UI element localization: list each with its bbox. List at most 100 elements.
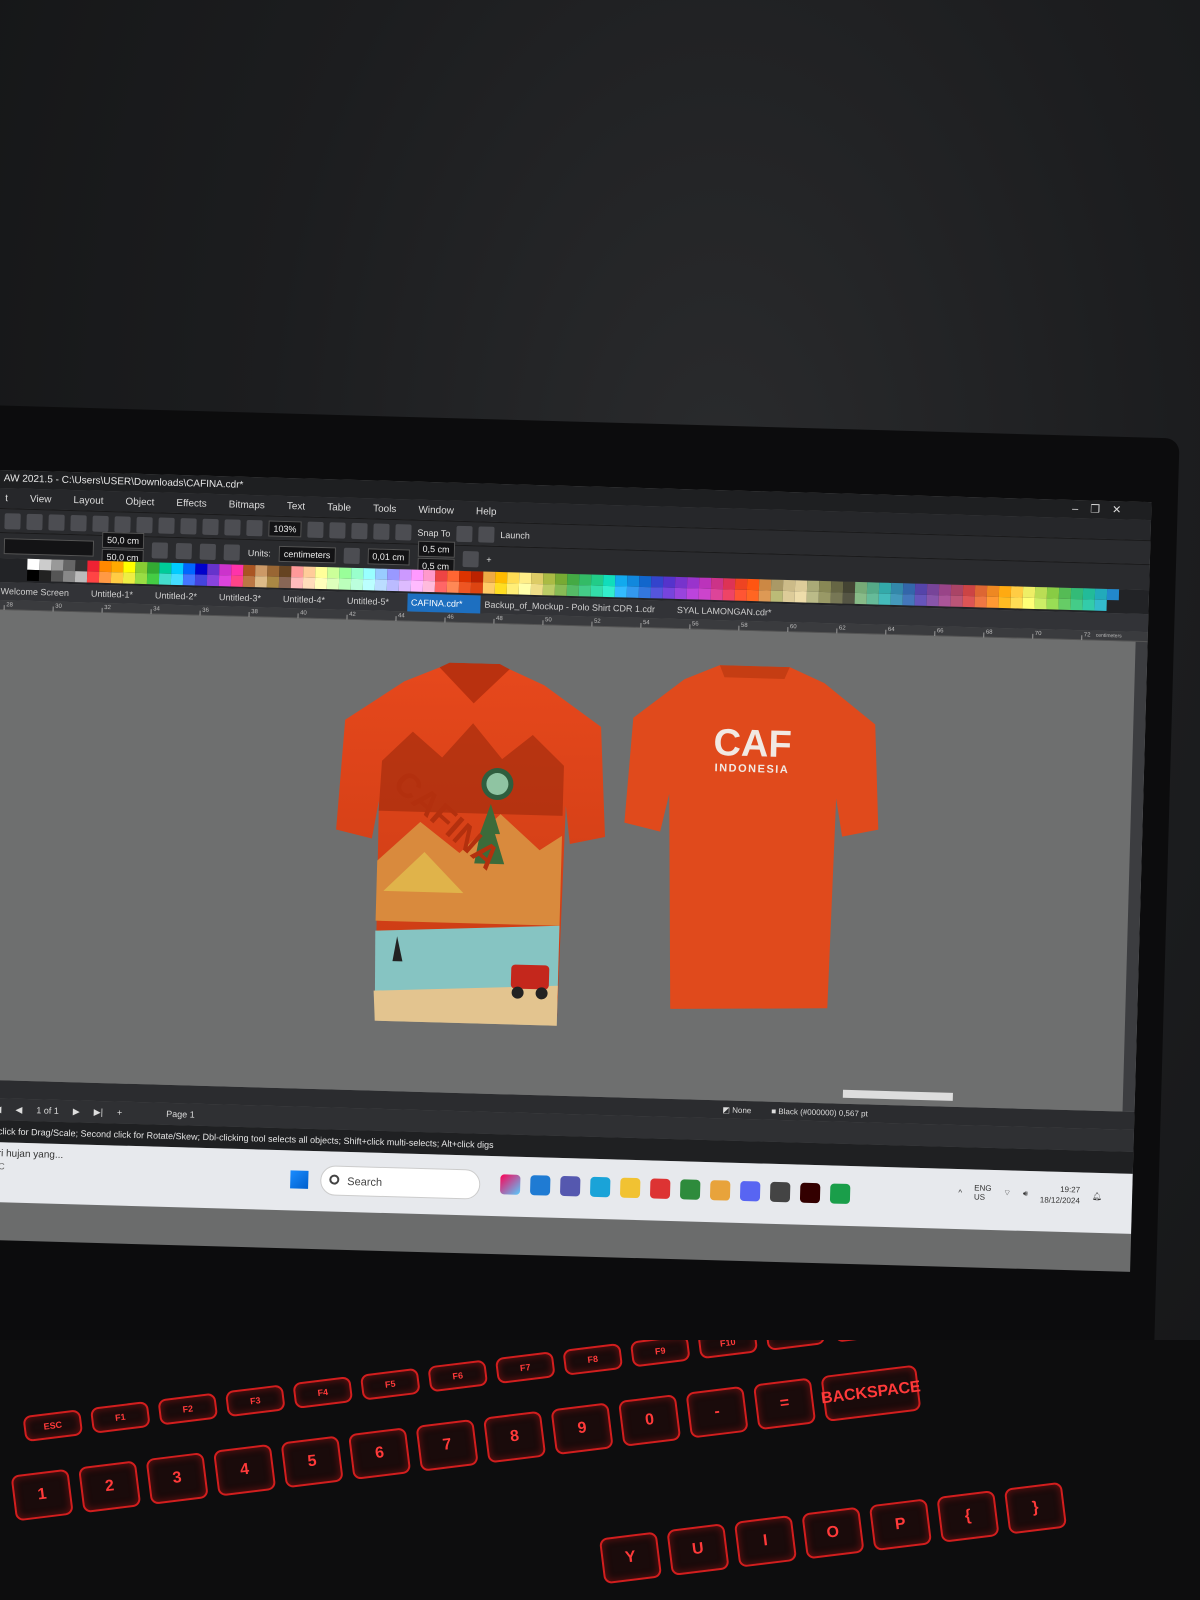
color-swatch[interactable] [758,590,771,602]
color-swatch[interactable] [339,567,352,579]
coreldraw-icon[interactable] [829,1183,851,1205]
settings-icon[interactable] [456,525,473,542]
color-swatch[interactable] [866,582,880,594]
color-swatch[interactable] [842,581,856,593]
color-swatch[interactable] [530,583,544,596]
snap-to-button[interactable]: Snap To [417,527,450,538]
color-swatch[interactable] [614,575,628,587]
color-swatch[interactable] [662,576,676,588]
language-indicator[interactable]: ENG US [974,1183,992,1201]
close-icon[interactable]: ✕ [1112,501,1122,519]
app-red-icon[interactable] [649,1178,671,1199]
menu-item-text[interactable]: Text [287,501,306,513]
color-swatch[interactable] [350,578,364,591]
volume-icon[interactable]: 🔊︎ [1023,1189,1028,1199]
illustrator-icon[interactable] [799,1182,821,1204]
color-swatch[interactable] [710,577,724,590]
color-swatch[interactable] [662,587,675,599]
color-swatch[interactable] [63,559,76,572]
page-layout-icon[interactable] [223,543,241,561]
color-swatch[interactable] [974,585,988,597]
color-swatch[interactable] [998,585,1012,598]
color-swatch[interactable] [147,562,160,574]
color-swatch[interactable] [446,581,460,593]
color-swatch[interactable] [518,583,532,595]
color-swatch[interactable] [27,558,40,571]
tray-chevron-icon[interactable]: ^ [958,1188,962,1197]
color-swatch[interactable] [818,591,831,604]
color-swatch[interactable] [1082,588,1096,600]
color-swatch[interactable] [111,561,124,573]
color-swatch[interactable] [470,582,484,594]
menu-item-object[interactable]: Object [125,496,154,508]
menu-item-effects[interactable]: Effects [176,497,207,509]
cloud-share-icon[interactable] [48,513,65,531]
color-swatch[interactable] [326,578,340,590]
color-swatch[interactable] [254,576,268,588]
clock[interactable]: 19:27 18/12/2024 [1040,1183,1081,1206]
landscape-icon[interactable] [199,543,217,560]
color-swatch[interactable] [302,577,316,589]
color-swatch[interactable] [278,576,292,589]
color-swatch[interactable] [1058,587,1072,599]
color-swatch[interactable] [1070,598,1083,611]
keyboard-key[interactable]: 2 [78,1460,142,1514]
keyboard-key[interactable]: F1 [89,1400,151,1434]
color-swatch[interactable] [110,572,124,584]
color-swatch[interactable] [818,580,832,593]
keyboard-key[interactable]: U [666,1523,730,1576]
color-swatch[interactable] [507,572,520,584]
copy-icon[interactable] [114,515,131,533]
menu-item-table[interactable]: Table [327,502,351,514]
color-swatch[interactable] [327,567,340,579]
color-swatch[interactable] [986,585,1000,597]
redo-icon[interactable] [180,517,197,535]
menu-item-file[interactable]: t [5,493,8,504]
color-swatch[interactable] [1070,587,1084,600]
color-swatch[interactable] [602,574,616,587]
color-swatch[interactable] [698,588,711,600]
color-swatch[interactable] [579,574,592,586]
color-swatch[interactable] [926,583,940,596]
color-swatch[interactable] [1034,586,1048,599]
color-swatch[interactable] [519,572,532,584]
units-select[interactable]: centimeters [278,545,336,563]
color-swatch[interactable] [219,564,232,576]
color-swatch[interactable] [447,570,460,582]
wifi-icon[interactable]: ⌔ [1003,1188,1011,1198]
keyboard-key[interactable]: 5 [280,1435,344,1489]
grid-icon[interactable] [351,522,368,539]
document-tab[interactable]: Untitled-5* [343,592,408,612]
edge-icon[interactable] [589,1176,611,1198]
teams-icon[interactable] [559,1175,581,1197]
color-swatch[interactable] [411,569,424,581]
color-swatch[interactable] [386,579,400,592]
restore-icon[interactable]: ❐ [1090,500,1100,518]
color-swatch[interactable] [614,586,627,598]
cloud-upload-icon[interactable] [26,513,43,530]
undo-icon[interactable] [158,516,175,534]
color-swatch[interactable] [230,575,244,587]
keyboard-key[interactable]: F2 [157,1392,219,1426]
color-swatch[interactable] [194,574,208,586]
menu-item-layout[interactable]: Layout [73,495,103,507]
color-swatch[interactable] [1106,588,1120,601]
color-swatch[interactable] [399,569,412,581]
color-swatch[interactable] [387,568,400,581]
menu-item-help[interactable]: Help [476,506,497,518]
color-swatch[interactable] [698,577,712,589]
keyboard-key[interactable]: F8 [562,1342,624,1376]
app-dark-icon[interactable] [769,1181,791,1203]
color-swatch[interactable] [998,596,1011,609]
color-swatch[interactable] [554,584,568,596]
color-swatch[interactable] [543,573,556,585]
color-swatch[interactable] [279,565,292,578]
keyboard-key[interactable]: F10 [697,1340,759,1360]
color-swatch[interactable] [722,589,735,601]
page-frame-icon[interactable] [462,550,479,567]
color-swatch[interactable] [626,575,640,587]
color-swatch[interactable] [854,581,868,594]
color-swatch[interactable] [74,571,88,583]
document-tab[interactable]: Untitled-4* [279,590,344,610]
color-swatch[interactable] [878,593,891,605]
